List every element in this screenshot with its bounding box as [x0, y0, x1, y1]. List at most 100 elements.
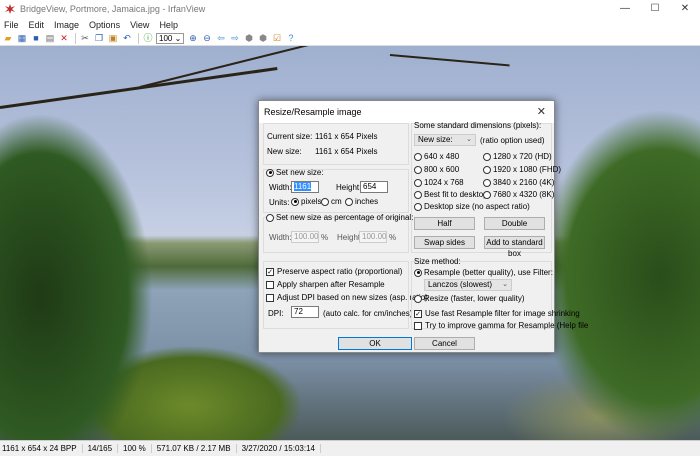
paste-icon[interactable]: ▣ — [107, 33, 119, 44]
apply-sharpen-checkbox[interactable]: Apply sharpen after Resample — [266, 280, 385, 289]
status-index: 14/165 — [88, 444, 119, 453]
std-option-1920[interactable]: 1920 x 1080 (FHD) — [483, 165, 561, 174]
thumbnails-icon[interactable]: ▦ — [16, 33, 28, 44]
new-size-label: New size: — [267, 147, 302, 156]
filter-value: Lanczos (slowest) — [428, 280, 493, 289]
fast-resample-checkbox[interactable]: ✓ Use fast Resample filter for image shri… — [414, 309, 580, 318]
swap-sides-button[interactable]: Swap sides — [414, 236, 475, 249]
improve-gamma-label: Try to improve gamma for Resample (Help … — [425, 321, 589, 330]
size-method-label: Size method: — [414, 257, 461, 266]
status-zoom: 100 % — [123, 444, 152, 453]
menu-image[interactable]: Image — [54, 20, 79, 30]
menu-file[interactable]: File — [4, 20, 19, 30]
zoom-out-icon[interactable]: ⊖ — [201, 33, 213, 44]
std-option-label: 1920 x 1080 (FHD) — [493, 165, 562, 174]
previous-icon[interactable]: ⇦ — [215, 33, 227, 44]
double-button[interactable]: Double — [484, 217, 545, 230]
print-icon[interactable]: ▤ — [44, 33, 56, 44]
pct-height-input[interactable]: 100.00 — [359, 231, 387, 243]
std-option-label: 640 x 480 — [424, 152, 460, 161]
ok-button[interactable]: OK — [338, 337, 412, 350]
maximize-button[interactable]: ☐ — [640, 0, 670, 18]
filter-select[interactable]: Lanczos (slowest) ⌄ — [424, 279, 512, 291]
zoom-in-icon[interactable]: ⊕ — [187, 33, 199, 44]
zoom-value: 100 — [159, 34, 173, 43]
std-option-1024[interactable]: 1024 x 768 — [414, 178, 464, 187]
improve-gamma-checkbox[interactable]: Try to improve gamma for Resample (Help … — [414, 321, 588, 330]
set-percentage-radio[interactable]: Set new size as percentage of original: — [266, 213, 413, 222]
dpi-note: (auto calc. for cm/inches) — [323, 309, 413, 318]
close-button[interactable]: ✕ — [670, 0, 700, 18]
info-icon[interactable]: ⓘ — [142, 33, 154, 44]
menu-view[interactable]: View — [130, 20, 149, 30]
dpi-input[interactable]: 72 — [291, 306, 319, 318]
menu-help[interactable]: Help — [159, 20, 178, 30]
minimize-button[interactable]: — — [610, 0, 640, 18]
std-size-value: New size: — [418, 135, 453, 144]
current-size-label: Current size: — [267, 132, 313, 141]
new-size-value: 1161 x 654 Pixels — [315, 147, 378, 156]
ratio-note: (ratio option used) — [480, 136, 545, 145]
adjust-dpi-checkbox[interactable]: Adjust DPI based on new sizes (asp. rati… — [266, 293, 428, 302]
rotate-right-icon[interactable]: ⬢ — [257, 33, 269, 44]
width-input[interactable]: 1161 — [291, 181, 319, 193]
std-option-800[interactable]: 800 x 600 — [414, 165, 459, 174]
save-icon[interactable]: ■ — [30, 33, 42, 44]
menu-options[interactable]: Options — [89, 20, 120, 30]
menu-bar: File Edit Image Options View Help — [0, 18, 700, 32]
units-inches-label: inches — [355, 197, 379, 206]
status-date: 3/27/2020 / 15:03:14 — [242, 444, 321, 453]
dialog-close-button[interactable]: ✕ — [537, 101, 546, 123]
std-option-7680[interactable]: 7680 x 4320 (8K) — [483, 190, 554, 199]
open-icon[interactable]: ▰ — [2, 33, 14, 44]
pct-width-label: Width: — [269, 233, 292, 242]
units-inches-radio[interactable]: inches — [345, 197, 378, 206]
help-icon[interactable]: ? — [285, 33, 297, 44]
menu-edit[interactable]: Edit — [29, 20, 45, 30]
std-dims-label: Some standard dimensions (pixels): — [414, 121, 542, 130]
std-option-640[interactable]: 640 x 480 — [414, 152, 459, 161]
resize-dialog: Resize/Resample image ✕ Current size: 11… — [258, 100, 588, 353]
next-icon[interactable]: ⇨ — [229, 33, 241, 44]
half-button[interactable]: Half — [414, 217, 475, 230]
toolbar-separator — [138, 33, 139, 44]
std-option-best-fit[interactable]: Best fit to desktop — [414, 190, 488, 199]
cut-icon[interactable]: ✂ — [79, 33, 91, 44]
properties-icon[interactable]: ☑ — [271, 33, 283, 44]
add-to-standard-button[interactable]: Add to standard box — [484, 236, 545, 258]
preserve-aspect-label: Preserve aspect ratio (proportional) — [277, 267, 403, 276]
window-title: BridgeView, Portmore, Jamaica.jpg - Irfa… — [20, 4, 206, 14]
std-option-3840[interactable]: 3840 x 2160 (4K) — [483, 178, 554, 187]
std-option-label: 3840 x 2160 (4K) — [493, 178, 555, 187]
units-cm-radio[interactable]: cm — [321, 197, 342, 206]
set-new-size-radio[interactable]: Set new size: — [266, 168, 324, 177]
height-label: Height: — [336, 183, 362, 192]
cancel-button[interactable]: Cancel — [414, 337, 475, 350]
desktop-size-radio[interactable]: Desktop size (no aspect ratio) — [414, 202, 530, 211]
adjust-dpi-label: Adjust DPI based on new sizes (asp. rati… — [277, 293, 428, 302]
std-size-select[interactable]: New size: ⌄ — [414, 134, 476, 146]
units-pixels-radio[interactable]: pixels — [291, 197, 321, 206]
std-option-label: Best fit to desktop — [424, 190, 488, 199]
height-input[interactable]: 654 — [360, 181, 388, 193]
width-label: Width: — [269, 183, 292, 192]
dpi-label: DPI: — [268, 309, 284, 318]
std-option-label: 800 x 600 — [424, 165, 460, 174]
size-info-group — [263, 123, 409, 165]
rotate-left-icon[interactable]: ⬢ — [243, 33, 255, 44]
set-percentage-label: Set new size as percentage of original: — [276, 213, 414, 222]
std-option-1280[interactable]: 1280 x 720 (HD) — [483, 152, 552, 161]
resize-radio[interactable]: Resize (faster, lower quality) — [414, 294, 524, 303]
copy-icon[interactable]: ❐ — [93, 33, 105, 44]
delete-icon[interactable]: ✕ — [58, 33, 70, 44]
undo-icon[interactable]: ↶ — [121, 33, 133, 44]
resample-radio[interactable]: Resample (better quality), use Filter: — [414, 268, 553, 277]
width-value: 1161 — [294, 182, 312, 191]
resample-label: Resample (better quality), use Filter: — [424, 268, 553, 277]
pct-width-input[interactable]: 100.00 — [291, 231, 319, 243]
preserve-aspect-checkbox[interactable]: ✓ Preserve aspect ratio (proportional) — [266, 267, 402, 276]
current-size-value: 1161 x 654 Pixels — [315, 132, 378, 141]
zoom-select[interactable]: 100 ⌄ — [156, 33, 184, 44]
toolbar-separator — [75, 33, 76, 44]
std-option-label: 1024 x 768 — [424, 178, 464, 187]
